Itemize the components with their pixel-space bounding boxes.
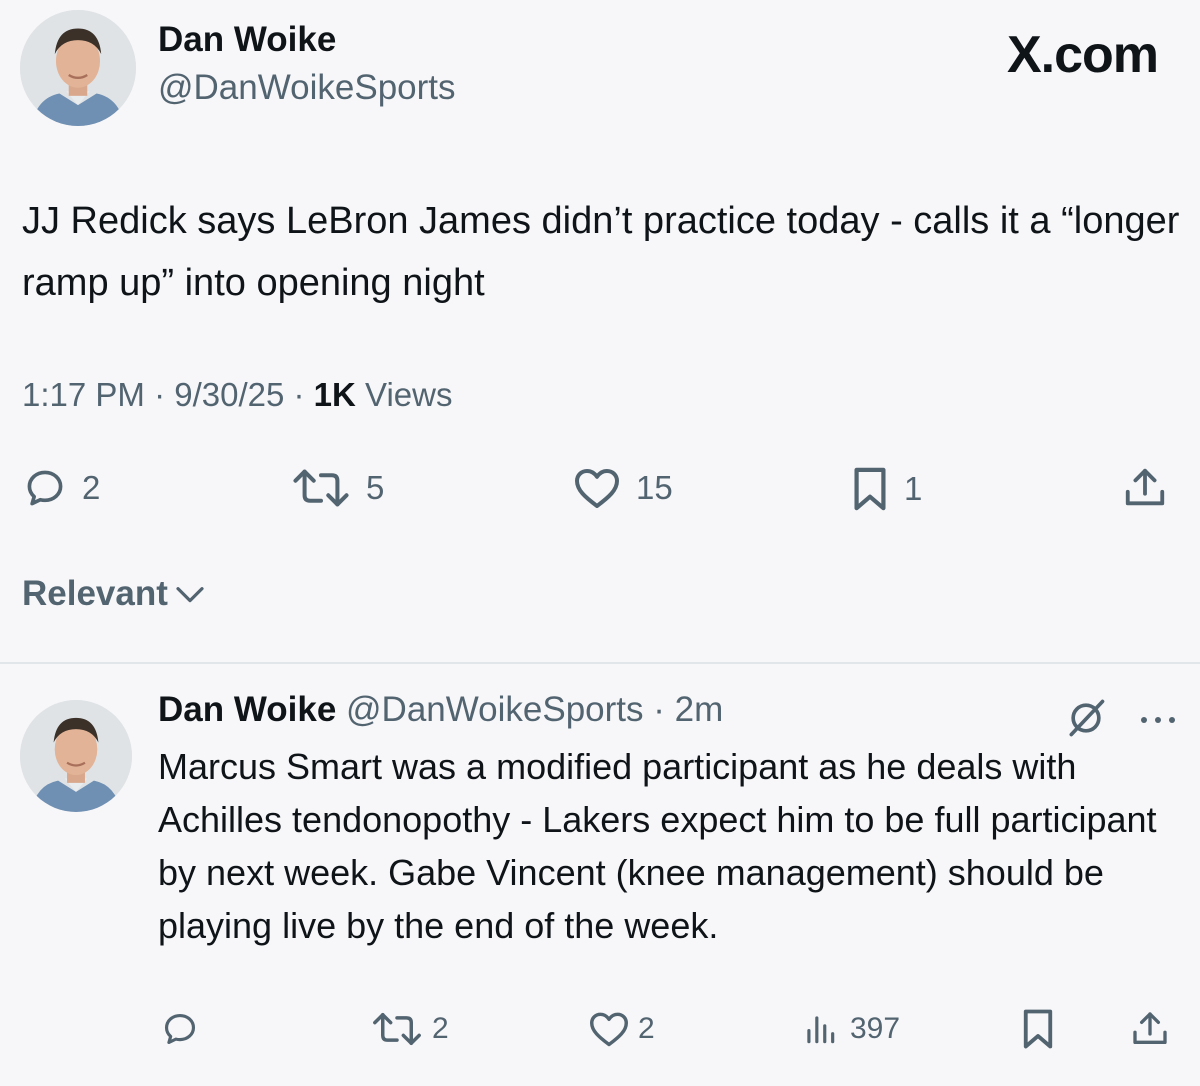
reply-header: Dan Woike @DanWoikeSports · 2m <box>158 690 723 730</box>
bookmark-icon <box>1023 1009 1053 1049</box>
chevron-down-icon <box>176 587 204 603</box>
reply-text: Marcus Smart was a modified participant … <box>158 746 1157 946</box>
meta-separator: · <box>144 376 175 413</box>
author-avatar[interactable] <box>20 10 136 126</box>
reply-author-handle[interactable]: @DanWoikeSports <box>346 690 644 729</box>
reply-bookmark-button[interactable] <box>1020 1008 1056 1050</box>
bookmark-button[interactable]: 1 <box>850 466 922 512</box>
views-icon <box>807 1016 835 1044</box>
tweet-text: JJ Redick says LeBron James didn’t pract… <box>22 200 1180 304</box>
reply-repost-button[interactable]: 2 <box>370 1010 449 1048</box>
like-count: 15 <box>636 469 673 506</box>
grok-button[interactable] <box>1064 696 1108 745</box>
tweet-meta: 1:17 PM · 9/30/25 · 1K Views <box>22 376 452 414</box>
reply-time[interactable]: 2m <box>675 690 724 729</box>
bookmark-icon <box>854 467 886 511</box>
reply-avatar[interactable] <box>20 700 132 812</box>
views-count: 1K <box>313 376 356 413</box>
meta-separator: · <box>284 376 314 413</box>
repost-icon <box>293 469 349 507</box>
like-button[interactable]: 15 <box>572 466 673 510</box>
share-icon <box>1133 1012 1167 1044</box>
bookmark-count: 1 <box>904 470 923 507</box>
reply-repost-count: 2 <box>432 1012 449 1045</box>
sort-label: Relevant <box>22 574 168 613</box>
reply-views-count: 397 <box>850 1012 901 1045</box>
share-icon <box>1125 468 1165 506</box>
reply-like-button[interactable]: 2 <box>588 1010 655 1048</box>
more-button[interactable] <box>1138 700 1178 734</box>
author-name[interactable]: Dan Woike <box>158 20 336 60</box>
brand-watermark: X.com <box>1006 26 1159 84</box>
heart-icon <box>575 469 619 508</box>
repost-button[interactable]: 5 <box>290 466 384 510</box>
reply-button[interactable]: 2 <box>22 466 100 510</box>
reply-icon <box>164 1013 196 1045</box>
sort-dropdown[interactable]: Relevant <box>22 574 206 614</box>
divider <box>0 662 1200 664</box>
reply-reply-button[interactable] <box>160 1010 200 1048</box>
heart-icon <box>590 1012 628 1047</box>
repost-icon <box>373 1013 421 1045</box>
share-button[interactable] <box>1122 464 1168 512</box>
reply-views-button[interactable]: 397 <box>800 1010 900 1048</box>
reply-icon <box>27 470 63 506</box>
views-label: Views <box>365 376 453 413</box>
more-icon <box>1141 717 1175 723</box>
reply-like-count: 2 <box>638 1012 655 1045</box>
repost-count: 5 <box>366 469 385 506</box>
tweet-time[interactable]: 1:17 PM <box>22 376 145 413</box>
reply-author-name[interactable]: Dan Woike <box>158 690 336 729</box>
reply-count: 2 <box>82 469 101 506</box>
tweet-date[interactable]: 9/30/25 <box>174 376 284 413</box>
author-handle[interactable]: @DanWoikeSports <box>158 68 456 108</box>
reply-share-button[interactable] <box>1130 1008 1170 1050</box>
meta-separator: · <box>643 690 675 729</box>
grok-icon <box>1069 699 1105 737</box>
